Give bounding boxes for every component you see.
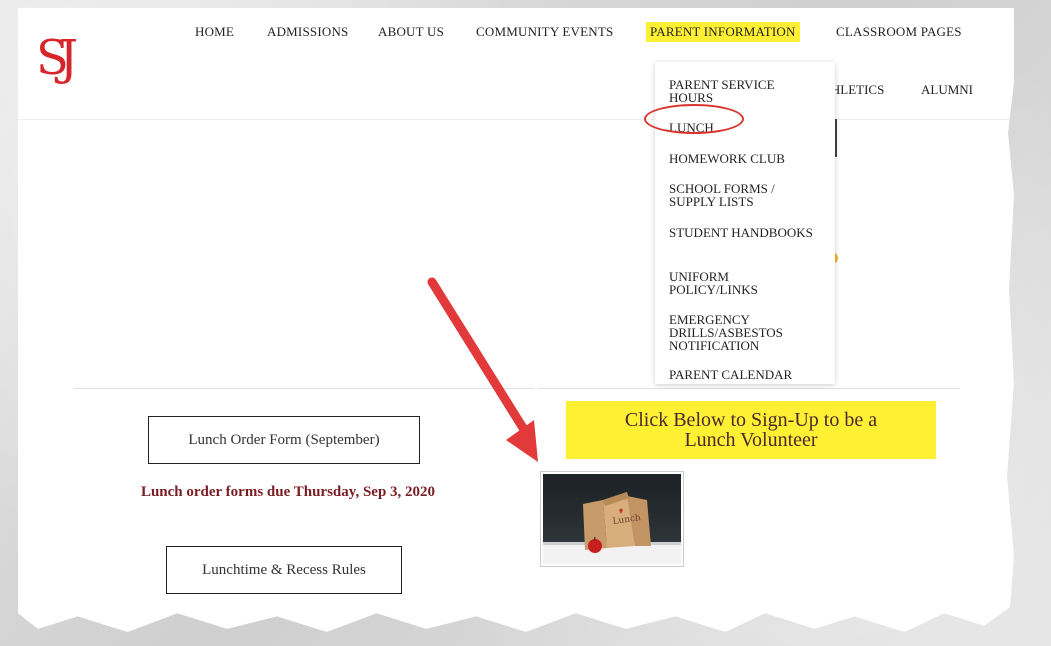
lunch-order-form-button[interactable]: Lunch Order Form (September) xyxy=(148,416,420,464)
lunch-volunteer-banner: Click Below to Sign-Up to be a Lunch Vol… xyxy=(566,401,936,459)
dropdown-item-school-forms[interactable]: SCHOOL FORMS / SUPPLY LISTS xyxy=(669,182,819,208)
dropdown-item-parent-service-hours[interactable]: PARENT SERVICE HOURS xyxy=(669,78,819,104)
webpage-screenshot: SJ HOME ADMISSIONS ABOUT US COMMUNITY EV… xyxy=(18,8,1014,632)
dropdown-item-uniform-policy[interactable]: UNIFORM POLICY/LINKS xyxy=(669,270,819,296)
lunch-bags-image[interactable]: Lunch xyxy=(540,471,684,567)
nav-home[interactable]: HOME xyxy=(195,24,234,40)
header-divider xyxy=(18,119,1014,120)
lunch-order-due-text: Lunch order forms due Thursday, Sep 3, 2… xyxy=(140,484,436,500)
dropdown-item-emergency-drills[interactable]: EMERGENCY DRILLS/ASBESTOS NOTIFICATION xyxy=(669,313,819,352)
nav-parent-information[interactable]: PARENT INFORMATION xyxy=(646,22,800,42)
nav-about-us[interactable]: ABOUT US xyxy=(378,24,444,40)
nav-classroom-pages[interactable]: CLASSROOM PAGES xyxy=(836,24,962,40)
lunchtime-recess-rules-button[interactable]: Lunchtime & Recess Rules xyxy=(166,546,402,594)
nav-alumni[interactable]: ALUMNI xyxy=(921,82,973,98)
nav-admissions[interactable]: ADMISSIONS xyxy=(267,24,348,40)
content-divider-left xyxy=(74,388,534,389)
logo-letter-s: S xyxy=(36,30,69,86)
lunch-bags-illustration: Lunch xyxy=(543,474,681,564)
volunteer-banner-line1: Click Below to Sign-Up to be a xyxy=(624,409,878,431)
school-logo[interactable]: SJ xyxy=(36,20,79,86)
dropdown-item-homework-club[interactable]: HOMEWORK CLUB xyxy=(669,152,819,165)
content-divider-right xyxy=(538,388,960,389)
dropdown-item-parent-calendar[interactable]: PARENT CALENDAR xyxy=(669,368,819,381)
dropdown-item-student-handbooks[interactable]: STUDENT HANDBOOKS xyxy=(669,226,819,239)
logo-letter-j: J xyxy=(58,30,79,86)
parent-information-dropdown: PARENT SERVICE HOURS LUNCH HOMEWORK CLUB… xyxy=(655,62,835,384)
nav-community-events[interactable]: COMMUNITY EVENTS xyxy=(476,24,613,40)
dropdown-item-lunch[interactable]: LUNCH xyxy=(669,121,819,134)
volunteer-banner-line2: Lunch Volunteer xyxy=(684,429,818,451)
